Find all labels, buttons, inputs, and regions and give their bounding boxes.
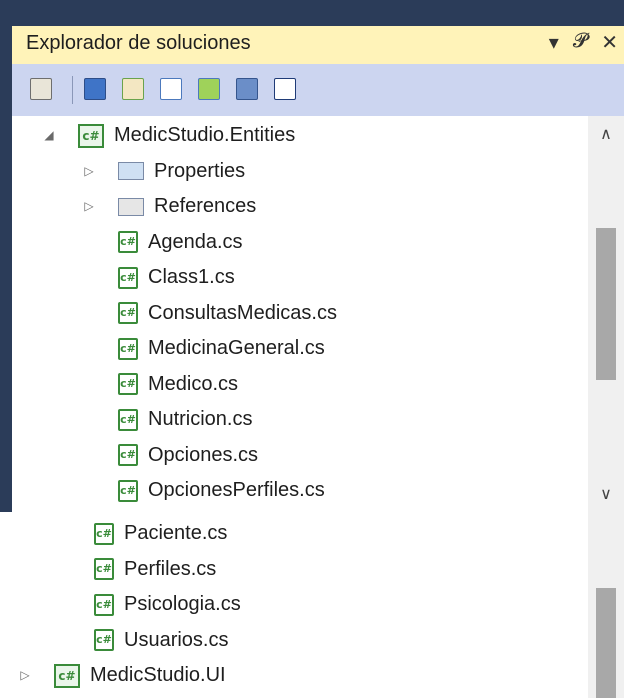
tree-item-label: OpcionesPerfiles.cs: [148, 479, 325, 501]
pin-icon[interactable]: 𝓟: [573, 30, 587, 55]
tree-item-label: Agenda.cs: [148, 230, 243, 253]
tree-item[interactable]: c# Perfiles.cs: [94, 552, 216, 587]
csharp-file-icon: c#: [94, 522, 114, 545]
scroll-down-icon[interactable]: ∨: [588, 484, 624, 504]
tree-item[interactable]: c# ConsultasMedicas.cs: [118, 296, 337, 331]
tree-item-label: Perfiles.cs: [124, 557, 217, 580]
csharp-file-icon: c#: [118, 444, 138, 466]
tree-view[interactable]: ◢ c# MedicStudio.Entities ▷ Properties ▷ Refer…: [12, 116, 624, 512]
tree-item-label: Medico.cs: [148, 372, 239, 395]
nested-related-files-icon[interactable]: [274, 78, 296, 100]
properties-folder-icon: [118, 162, 144, 180]
tree-item-label: Usuarios.cs: [124, 628, 229, 651]
tree-item[interactable]: c# Usuarios.cs: [94, 623, 228, 658]
toolbar-separator: [72, 76, 73, 104]
close-icon[interactable]: ✕: [601, 30, 618, 55]
tree-item-label: Psicologia.cs: [124, 593, 241, 615]
collapse-arrow-icon[interactable]: ◢: [42, 128, 56, 142]
tree-item-label: References: [154, 195, 257, 217]
tree-item[interactable]: c# Agenda.cs: [118, 225, 243, 260]
tree-item[interactable]: c# Class1.cs: [118, 260, 235, 295]
title-buttons: ▾ 𝓟 ✕: [549, 30, 618, 55]
tree-item-label: MedicStudio.Entities: [114, 124, 296, 146]
solution-explorer-toolbar: [12, 64, 624, 116]
tree-item[interactable]: c# MedicStudio.Entities: [78, 118, 295, 153]
properties-icon[interactable]: [30, 78, 52, 100]
csharp-file-icon: c#: [94, 629, 114, 651]
tree-item[interactable]: c# MedicinaGeneral.cs: [118, 331, 325, 366]
csharp-file-icon: c#: [118, 479, 138, 502]
tree-item[interactable]: c# Paciente.cs: [94, 516, 227, 551]
tree-item-label: Nutricion.cs: [148, 408, 253, 430]
class-diagram-icon[interactable]: [236, 78, 258, 100]
csharp-project-icon: c#: [54, 663, 80, 688]
tree-item-label: ConsultasMedicas.cs: [148, 301, 337, 324]
tree-item[interactable]: c# Medico.cs: [118, 367, 238, 402]
view-designer-icon[interactable]: [198, 78, 220, 100]
panel-title: Explorador de soluciones: [26, 32, 251, 54]
scrollbar-thumb-lower[interactable]: [596, 588, 616, 698]
solution-explorer-panel: Explorador de soluciones ▾ 𝓟 ✕ ◢ c# MedicS…: [0, 0, 624, 512]
expand-arrow-icon[interactable]: ▷: [82, 164, 96, 178]
tree-item[interactable]: c# Nutricion.cs: [118, 402, 252, 437]
tree-view-continued[interactable]: c# Paciente.cs c# Perfiles.cs c# Psicologia.c…: [0, 512, 624, 698]
tree-item-label: Opciones.cs: [148, 443, 259, 466]
csharp-file-icon: c#: [118, 373, 138, 395]
tree-item[interactable]: References: [118, 189, 256, 224]
refresh-icon[interactable]: [122, 78, 144, 100]
panel-titlebar: Explorador de soluciones ▾ 𝓟 ✕: [12, 26, 624, 64]
csharp-file-icon: c#: [118, 302, 138, 324]
tree-item[interactable]: c# Psicologia.cs: [94, 587, 241, 622]
expand-arrow-icon[interactable]: ▷: [82, 199, 96, 213]
csharp-file-icon: c#: [118, 266, 138, 289]
tree-item-label: MedicStudio.UI: [90, 664, 226, 686]
tree-item-label: MedicinaGeneral.cs: [148, 337, 325, 359]
csharp-file-icon: c#: [118, 408, 138, 431]
vertical-scrollbar[interactable]: ∧ ∨: [588, 116, 624, 512]
references-icon: [118, 197, 144, 216]
scrollbar-thumb[interactable]: [596, 228, 616, 380]
csharp-file-icon: c#: [118, 231, 138, 253]
show-all-files-icon[interactable]: [84, 78, 106, 100]
tree-item-label: Paciente.cs: [124, 522, 228, 544]
expand-arrow-icon[interactable]: ▷: [18, 668, 32, 682]
csharp-project-icon: c#: [78, 123, 104, 148]
tree-item[interactable]: c# MedicStudio.UI: [54, 658, 226, 693]
csharp-file-icon: c#: [94, 593, 114, 616]
csharp-file-icon: c#: [118, 337, 138, 360]
scroll-up-icon[interactable]: ∧: [588, 124, 624, 144]
csharp-file-icon: c#: [94, 558, 114, 580]
tree-item[interactable]: c# OpcionesPerfiles.cs: [118, 473, 325, 508]
tree-item[interactable]: c# Opciones.cs: [118, 438, 258, 473]
tree-item[interactable]: Properties: [118, 154, 245, 189]
tree-item-label: Properties: [154, 159, 246, 182]
tree-item-label: Class1.cs: [148, 266, 235, 288]
view-code-icon[interactable]: [160, 78, 182, 100]
vertical-scrollbar-lower[interactable]: [588, 512, 624, 698]
dropdown-icon[interactable]: ▾: [549, 30, 559, 55]
